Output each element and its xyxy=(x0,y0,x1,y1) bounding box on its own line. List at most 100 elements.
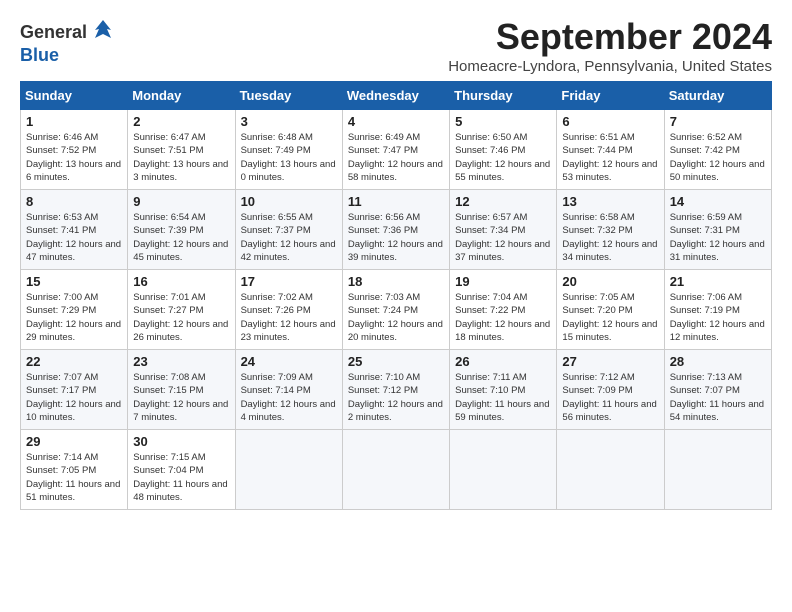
day-number: 3 xyxy=(241,114,337,129)
calendar-header-row: Sunday Monday Tuesday Wednesday Thursday… xyxy=(21,82,772,110)
day-info: Sunrise: 7:01 AMSunset: 7:27 PMDaylight:… xyxy=(133,292,228,343)
day-number: 24 xyxy=(241,354,337,369)
day-info: Sunrise: 7:04 AMSunset: 7:22 PMDaylight:… xyxy=(455,292,550,343)
table-row: 1 Sunrise: 6:46 AMSunset: 7:52 PMDaylight… xyxy=(21,110,128,190)
day-info: Sunrise: 7:11 AMSunset: 7:10 PMDaylight:… xyxy=(455,372,549,423)
day-info: Sunrise: 7:15 AMSunset: 7:04 PMDaylight:… xyxy=(133,452,227,503)
day-info: Sunrise: 6:55 AMSunset: 7:37 PMDaylight:… xyxy=(241,212,336,263)
calendar-week-row: 29 Sunrise: 7:14 AMSunset: 7:05 PMDayligh… xyxy=(21,430,772,510)
table-row: 5 Sunrise: 6:50 AMSunset: 7:46 PMDaylight… xyxy=(450,110,557,190)
table-row: 26 Sunrise: 7:11 AMSunset: 7:10 PMDayligh… xyxy=(450,350,557,430)
day-info: Sunrise: 6:59 AMSunset: 7:31 PMDaylight:… xyxy=(670,212,765,263)
logo: General Blue xyxy=(20,16,117,66)
day-info: Sunrise: 6:48 AMSunset: 7:49 PMDaylight:… xyxy=(241,132,336,183)
calendar-week-row: 8 Sunrise: 6:53 AMSunset: 7:41 PMDaylight… xyxy=(21,190,772,270)
day-info: Sunrise: 6:50 AMSunset: 7:46 PMDaylight:… xyxy=(455,132,550,183)
day-info: Sunrise: 6:49 AMSunset: 7:47 PMDaylight:… xyxy=(348,132,443,183)
day-number: 12 xyxy=(455,194,551,209)
table-row: 6 Sunrise: 6:51 AMSunset: 7:44 PMDaylight… xyxy=(557,110,664,190)
day-number: 28 xyxy=(670,354,766,369)
day-number: 25 xyxy=(348,354,444,369)
table-row xyxy=(342,430,449,510)
day-number: 19 xyxy=(455,274,551,289)
table-row: 22 Sunrise: 7:07 AMSunset: 7:17 PMDayligh… xyxy=(21,350,128,430)
day-number: 8 xyxy=(26,194,122,209)
header-sunday: Sunday xyxy=(21,82,128,110)
day-info: Sunrise: 6:46 AMSunset: 7:52 PMDaylight:… xyxy=(26,132,121,183)
day-info: Sunrise: 7:05 AMSunset: 7:20 PMDaylight:… xyxy=(562,292,657,343)
day-info: Sunrise: 7:08 AMSunset: 7:15 PMDaylight:… xyxy=(133,372,228,423)
header-friday: Friday xyxy=(557,82,664,110)
table-row: 2Sunrise: 6:47 AMSunset: 7:51 PMDaylight… xyxy=(128,110,235,190)
table-row: 9 Sunrise: 6:54 AMSunset: 7:39 PMDaylight… xyxy=(128,190,235,270)
table-row: 15 Sunrise: 7:00 AMSunset: 7:29 PMDayligh… xyxy=(21,270,128,350)
table-row: 13 Sunrise: 6:58 AMSunset: 7:32 PMDayligh… xyxy=(557,190,664,270)
header-tuesday: Tuesday xyxy=(235,82,342,110)
table-row: 7 Sunrise: 6:52 AMSunset: 7:42 PMDaylight… xyxy=(664,110,771,190)
day-number: 21 xyxy=(670,274,766,289)
day-info: Sunrise: 6:52 AMSunset: 7:42 PMDaylight:… xyxy=(670,132,765,183)
day-info: Sunrise: 7:02 AMSunset: 7:26 PMDaylight:… xyxy=(241,292,336,343)
table-row: 17 Sunrise: 7:02 AMSunset: 7:26 PMDayligh… xyxy=(235,270,342,350)
table-row: 14 Sunrise: 6:59 AMSunset: 7:31 PMDayligh… xyxy=(664,190,771,270)
day-info: Sunrise: 6:51 AMSunset: 7:44 PMDaylight:… xyxy=(562,132,657,183)
table-row: 20Sunrise: 7:05 AMSunset: 7:20 PMDayligh… xyxy=(557,270,664,350)
day-number: 22 xyxy=(26,354,122,369)
day-number: 9 xyxy=(133,194,229,209)
day-number: 23 xyxy=(133,354,229,369)
day-info: Sunrise: 6:53 AMSunset: 7:41 PMDaylight:… xyxy=(26,212,121,263)
day-number: 17 xyxy=(241,274,337,289)
day-info: Sunrise: 7:10 AMSunset: 7:12 PMDaylight:… xyxy=(348,372,443,423)
table-row: 28 Sunrise: 7:13 AMSunset: 7:07 PMDayligh… xyxy=(664,350,771,430)
location-title: Homeacre-Lyndora, Pennsylvania, United S… xyxy=(448,58,772,75)
table-row: 21 Sunrise: 7:06 AMSunset: 7:19 PMDayligh… xyxy=(664,270,771,350)
table-row: 10Sunrise: 6:55 AMSunset: 7:37 PMDayligh… xyxy=(235,190,342,270)
header-monday: Monday xyxy=(128,82,235,110)
day-number: 29 xyxy=(26,434,122,449)
day-number: 26 xyxy=(455,354,551,369)
table-row: 19 Sunrise: 7:04 AMSunset: 7:22 PMDayligh… xyxy=(450,270,557,350)
day-info: Sunrise: 7:14 AMSunset: 7:05 PMDaylight:… xyxy=(26,452,120,503)
table-row: 12 Sunrise: 6:57 AMSunset: 7:34 PMDayligh… xyxy=(450,190,557,270)
header-wednesday: Wednesday xyxy=(342,82,449,110)
day-number: 16 xyxy=(133,274,229,289)
day-info: Sunrise: 7:03 AMSunset: 7:24 PMDaylight:… xyxy=(348,292,443,343)
day-info: Sunrise: 6:58 AMSunset: 7:32 PMDaylight:… xyxy=(562,212,657,263)
day-info: Sunrise: 7:00 AMSunset: 7:29 PMDaylight:… xyxy=(26,292,121,343)
day-number: 2 xyxy=(133,114,229,129)
logo-blue-text: Blue xyxy=(20,45,59,66)
table-row: 18Sunrise: 7:03 AMSunset: 7:24 PMDayligh… xyxy=(342,270,449,350)
table-row: 24 Sunrise: 7:09 AMSunset: 7:14 PMDayligh… xyxy=(235,350,342,430)
day-number: 5 xyxy=(455,114,551,129)
calendar-week-row: 15 Sunrise: 7:00 AMSunset: 7:29 PMDayligh… xyxy=(21,270,772,350)
day-number: 7 xyxy=(670,114,766,129)
day-number: 13 xyxy=(562,194,658,209)
table-row: 25 Sunrise: 7:10 AMSunset: 7:12 PMDayligh… xyxy=(342,350,449,430)
day-number: 15 xyxy=(26,274,122,289)
day-info: Sunrise: 7:07 AMSunset: 7:17 PMDaylight:… xyxy=(26,372,121,423)
table-row: 11Sunrise: 6:56 AMSunset: 7:36 PMDayligh… xyxy=(342,190,449,270)
logo-general-text: General xyxy=(20,22,87,43)
day-number: 6 xyxy=(562,114,658,129)
day-info: Sunrise: 6:54 AMSunset: 7:39 PMDaylight:… xyxy=(133,212,228,263)
header-thursday: Thursday xyxy=(450,82,557,110)
table-row: 4 Sunrise: 6:49 AMSunset: 7:47 PMDaylight… xyxy=(342,110,449,190)
table-row: 27Sunrise: 7:12 AMSunset: 7:09 PMDayligh… xyxy=(557,350,664,430)
day-number: 1 xyxy=(26,114,122,129)
day-number: 4 xyxy=(348,114,444,129)
table-row: 16 Sunrise: 7:01 AMSunset: 7:27 PMDayligh… xyxy=(128,270,235,350)
day-info: Sunrise: 7:09 AMSunset: 7:14 PMDaylight:… xyxy=(241,372,336,423)
day-info: Sunrise: 7:06 AMSunset: 7:19 PMDaylight:… xyxy=(670,292,765,343)
table-row: 3 Sunrise: 6:48 AMSunset: 7:49 PMDaylight… xyxy=(235,110,342,190)
title-area: September 2024 Homeacre-Lyndora, Pennsyl… xyxy=(448,16,772,75)
day-number: 11 xyxy=(348,194,444,209)
day-info: Sunrise: 6:57 AMSunset: 7:34 PMDaylight:… xyxy=(455,212,550,263)
table-row: 8 Sunrise: 6:53 AMSunset: 7:41 PMDaylight… xyxy=(21,190,128,270)
day-info: Sunrise: 7:12 AMSunset: 7:09 PMDaylight:… xyxy=(562,372,656,423)
logo-bird-icon xyxy=(89,16,117,49)
header-saturday: Saturday xyxy=(664,82,771,110)
day-number: 30 xyxy=(133,434,229,449)
day-number: 14 xyxy=(670,194,766,209)
day-info: Sunrise: 7:13 AMSunset: 7:07 PMDaylight:… xyxy=(670,372,764,423)
calendar-table: Sunday Monday Tuesday Wednesday Thursday… xyxy=(20,81,772,510)
